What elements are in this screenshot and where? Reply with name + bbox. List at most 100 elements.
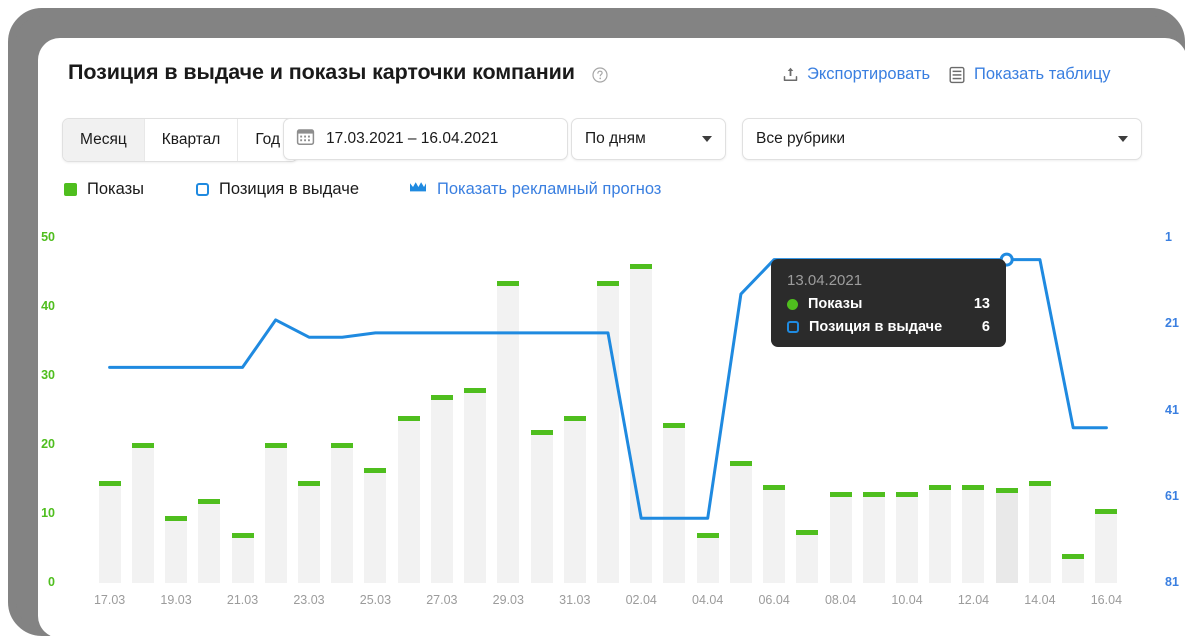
rubrics-dropdown[interactable]: Все рубрики: [742, 118, 1142, 160]
rubrics-value: Все рубрики: [756, 130, 845, 147]
x-tick-27.03: 27.03: [426, 593, 458, 607]
bar-07.04[interactable]: [796, 529, 819, 583]
bar-cap: [995, 488, 1018, 494]
period-segment-month[interactable]: Месяц: [63, 119, 145, 161]
tooltip-swatch-blue: [787, 321, 799, 333]
date-range-picker[interactable]: 17.03.2021 – 16.04.2021: [283, 118, 568, 160]
period-segment-quarter[interactable]: Квартал: [144, 119, 239, 161]
legend-swatch-green: [64, 183, 77, 196]
x-tick-14.04: 14.04: [1024, 593, 1056, 607]
bar-18.03[interactable]: [131, 443, 154, 583]
y-tick-right-61: 61: [1165, 488, 1179, 503]
chart-legend: Показы Позиция в выдаче Показать рекламн…: [38, 180, 1187, 210]
bar-21.03[interactable]: [231, 533, 254, 583]
bar-08.04[interactable]: [829, 491, 852, 583]
x-tick-25.03: 25.03: [359, 593, 392, 607]
export-button[interactable]: Экспортировать: [782, 65, 930, 84]
analytics-card: Позиция в выдаче и показы карточки компа…: [38, 38, 1187, 638]
x-tick-29.03: 29.03: [492, 593, 524, 607]
bar-cap: [962, 484, 985, 490]
bar-23.03[interactable]: [297, 481, 320, 583]
bar-24.03[interactable]: [331, 443, 354, 583]
legend-label-forecast: Показать рекламный прогноз: [437, 180, 662, 198]
bar-20.03[interactable]: [198, 498, 221, 583]
bar-05.04[interactable]: [729, 460, 752, 583]
bar-cap: [131, 443, 154, 449]
x-tick-21.03: 21.03: [226, 593, 259, 607]
tooltip-value-shows: 13: [973, 296, 990, 312]
show-table-label: Показать таблицу: [974, 65, 1111, 83]
x-tick-17.03: 17.03: [93, 593, 126, 607]
bar-04.04[interactable]: [696, 533, 719, 583]
y-tick-left-30: 30: [41, 368, 55, 382]
x-tick-04.04: 04.04: [692, 593, 724, 607]
bar-12.04[interactable]: [962, 484, 985, 583]
bar-09.04[interactable]: [862, 491, 885, 583]
y-tick-right-81: 81: [1165, 575, 1179, 589]
bar-19.03[interactable]: [165, 515, 188, 583]
table-icon: [948, 66, 966, 84]
bar-16.04[interactable]: [1095, 509, 1118, 583]
bar-02.04[interactable]: [630, 264, 653, 583]
tooltip-swatch-green: [787, 298, 798, 310]
bar-cap: [530, 429, 553, 435]
page-title: Позиция в выдаче и показы карточки компа…: [68, 60, 575, 84]
bar-06.04[interactable]: [763, 484, 786, 583]
x-tick-08.04: 08.04: [824, 593, 857, 607]
show-table-button[interactable]: Показать таблицу: [948, 65, 1111, 84]
y-tick-left-10: 10: [41, 506, 55, 520]
bar-cap: [1095, 509, 1118, 514]
legend-item-shows[interactable]: Показы: [64, 180, 144, 199]
x-tick-19.03: 19.03: [160, 593, 192, 607]
bar-cap: [1062, 553, 1085, 559]
bar-cap: [862, 491, 885, 497]
y-tick-left-0: 0: [48, 575, 55, 589]
bar-10.04[interactable]: [896, 491, 919, 583]
bar-22.03[interactable]: [264, 443, 287, 583]
bar-03.04[interactable]: [663, 422, 686, 583]
bar-cap: [763, 484, 786, 490]
tooltip-row-position: Позиция в выдаче 6: [787, 319, 990, 335]
bar-cap: [563, 415, 586, 421]
bar-cap: [729, 460, 752, 466]
bar-cap: [696, 533, 719, 539]
bar-cap: [98, 481, 121, 487]
bar-cap: [597, 281, 619, 287]
bar-11.04[interactable]: [929, 484, 952, 583]
hover-tooltip: 13.04.2021 Показы 13 Позиция в выдаче 6: [771, 259, 1006, 347]
tooltip-date: 13.04.2021: [787, 272, 863, 289]
y-tick-left-20: 20: [41, 437, 55, 451]
legend-item-forecast[interactable]: Показать рекламный прогноз: [409, 180, 661, 199]
bar-28.03[interactable]: [464, 388, 487, 583]
bar-cap: [364, 467, 387, 473]
bar-29.03[interactable]: [497, 281, 520, 583]
bar-01.04[interactable]: [597, 281, 619, 583]
crown-icon: [409, 180, 427, 199]
bar-27.03[interactable]: [430, 395, 453, 583]
bar-13.04[interactable]: [995, 488, 1018, 583]
y-tick-right-1: 1: [1165, 230, 1172, 244]
card-header: Позиция в выдаче и показы карточки компа…: [38, 38, 1187, 106]
bar-31.03[interactable]: [563, 415, 586, 583]
bar-17.03[interactable]: [98, 481, 121, 583]
x-tick-31.03: 31.03: [559, 593, 591, 607]
bar-cap: [464, 388, 487, 394]
period-segmented-control[interactable]: Месяц Квартал Год: [62, 118, 299, 162]
tooltip-value-position: 6: [981, 319, 990, 335]
x-tick-12.04: 12.04: [957, 593, 990, 607]
x-tick-10.04: 10.04: [891, 593, 923, 607]
question-circle-icon[interactable]: [592, 67, 608, 83]
export-label: Экспортировать: [807, 65, 931, 83]
legend-item-position[interactable]: Позиция в выдаче: [196, 180, 359, 199]
bar-15.04[interactable]: [1062, 553, 1085, 583]
bar-26.03[interactable]: [397, 415, 420, 583]
bar-cap: [198, 498, 221, 504]
bar-25.03[interactable]: [364, 467, 387, 583]
bar-30.03[interactable]: [530, 429, 553, 583]
bar-cap: [430, 395, 453, 401]
tooltip-label-shows: Показы: [808, 296, 863, 312]
bar-cap: [630, 264, 653, 270]
granularity-dropdown[interactable]: По дням: [571, 118, 726, 160]
date-range-value: 17.03.2021 – 16.04.2021: [326, 130, 499, 147]
bar-14.04[interactable]: [1028, 481, 1051, 583]
